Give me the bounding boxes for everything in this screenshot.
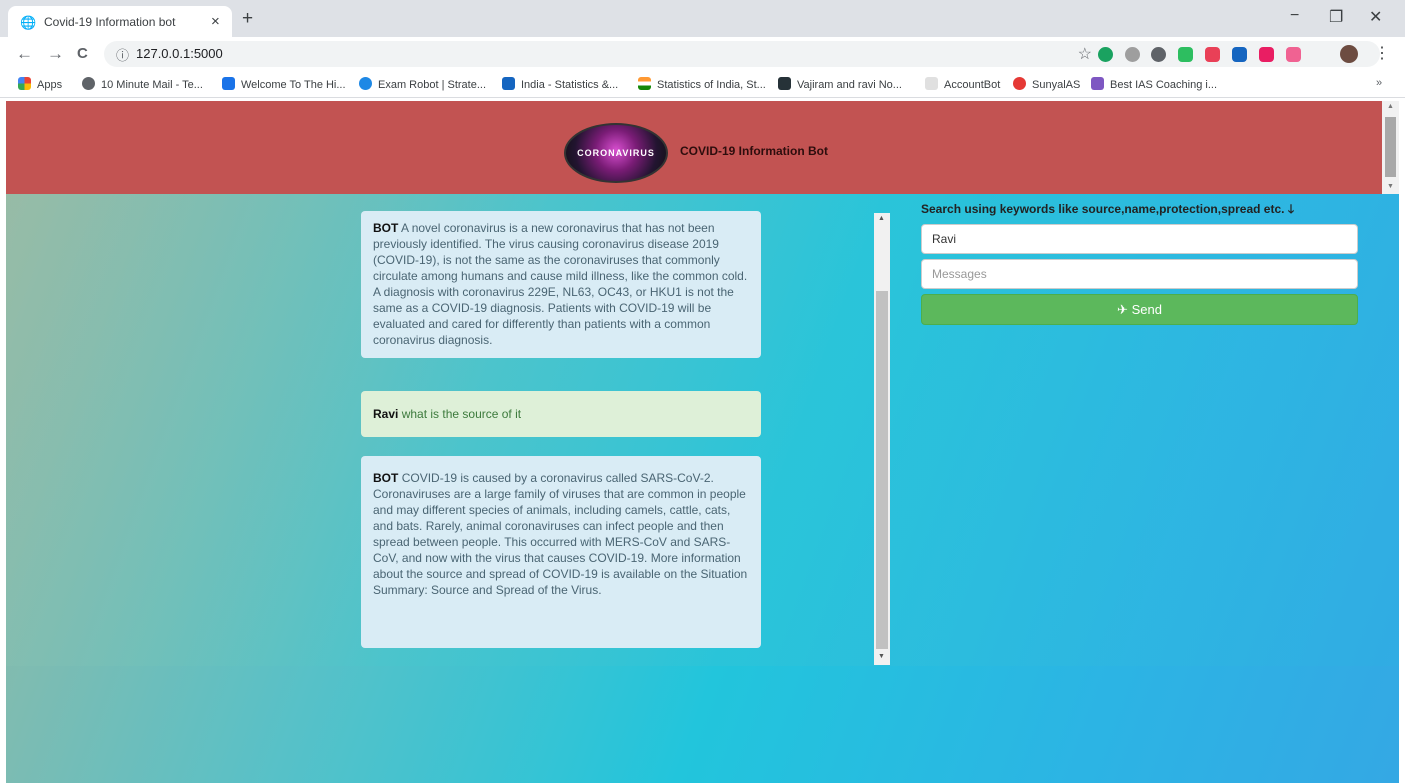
- bookmark-item[interactable]: AccountBot: [925, 77, 1000, 91]
- name-field[interactable]: Ravi: [921, 224, 1358, 254]
- bookmark-favicon-icon: [502, 77, 515, 90]
- bookmark-item[interactable]: 10 Minute Mail - Te...: [82, 77, 203, 91]
- globe-icon: 🌐: [20, 15, 37, 30]
- page-scrollbar-thumb[interactable]: [1385, 117, 1396, 177]
- bookmark-favicon-icon: [778, 77, 791, 90]
- globe-icon: [82, 77, 95, 90]
- evernote-extension-icon[interactable]: [1178, 47, 1193, 62]
- pocket-extension-icon[interactable]: [1205, 47, 1220, 62]
- grammarly-extension-icon[interactable]: [1098, 47, 1113, 62]
- bookmark-favicon-icon: [1013, 77, 1026, 90]
- tab-title: Covid-19 Information bot: [44, 15, 176, 29]
- bookmark-item[interactable]: India - Statistics &...: [502, 77, 618, 91]
- bookmark-item[interactable]: Vajiram and ravi No...: [778, 77, 902, 91]
- paper-plane-icon: ✈: [1117, 302, 1128, 317]
- bookmark-item[interactable]: SunyalAS: [1013, 77, 1080, 91]
- bookmarks-bar: Apps 10 Minute Mail - Te... Welcome To T…: [0, 70, 1405, 98]
- back-icon[interactable]: ←: [16, 44, 33, 64]
- extension-icon[interactable]: [1125, 47, 1140, 62]
- bookmark-item[interactable]: Apps: [18, 77, 62, 91]
- extension-icon[interactable]: [1151, 47, 1166, 62]
- search-hint: Search using keywords like source,name,p…: [921, 202, 1295, 216]
- coronavirus-logo: CORONAVIRUS: [564, 123, 668, 183]
- bookmark-favicon-icon: [1091, 77, 1104, 90]
- bookmark-item[interactable]: Statistics of India, St...: [638, 77, 766, 91]
- page-title: COVID-19 Information Bot: [680, 144, 829, 158]
- bookmark-favicon-icon: [222, 77, 235, 90]
- page-scrollbar[interactable]: ▲ ▼: [1382, 101, 1399, 194]
- bookmark-item[interactable]: Exam Robot | Strate...: [359, 77, 486, 91]
- page-content: CORONAVIRUS COVID-19 Information Bot ▲ ▼…: [0, 98, 1405, 783]
- avatar[interactable]: [1340, 45, 1358, 63]
- bookmark-favicon-icon: [359, 77, 372, 90]
- bookmark-favicon-icon: [925, 77, 938, 90]
- browser-tab[interactable]: 🌐 Covid-19 Information bot ×: [8, 6, 232, 37]
- reload-icon[interactable]: C: [77, 45, 88, 62]
- send-label: Send: [1131, 302, 1162, 317]
- minimize-icon[interactable]: −: [1290, 7, 1299, 25]
- bookmark-item[interactable]: Best IAS Coaching i...: [1091, 77, 1217, 91]
- tab-close-icon[interactable]: ×: [211, 13, 220, 30]
- bookmark-item[interactable]: Welcome To The Hi...: [222, 77, 346, 91]
- browser-toolbar: ← → C ⓘ 127.0.0.1:5000 ☆ ⋮: [0, 37, 1405, 70]
- message-sender: BOT: [373, 221, 399, 235]
- bookmark-star-icon[interactable]: ☆: [1078, 44, 1092, 64]
- forward-icon[interactable]: →: [47, 44, 64, 64]
- send-button[interactable]: ✈ Send: [921, 294, 1358, 325]
- bot-message: BOT COVID-19 is caused by a coronavirus …: [361, 456, 761, 648]
- app-header: CORONAVIRUS COVID-19 Information Bot: [6, 101, 1382, 194]
- arrow-down-icon: 🡓: [1287, 202, 1295, 216]
- apps-icon: [18, 77, 31, 90]
- close-window-icon[interactable]: ✕: [1369, 7, 1382, 27]
- url-text[interactable]: 127.0.0.1:5000: [136, 46, 223, 61]
- message-sender: BOT: [373, 471, 399, 485]
- message-text: A novel coronavirus is a new coronavirus…: [373, 221, 748, 347]
- menu-icon[interactable]: ⋮: [1374, 43, 1390, 63]
- bookmarks-overflow-icon[interactable]: »: [1376, 77, 1382, 89]
- info-icon[interactable]: ⓘ: [116, 45, 129, 64]
- extension-icon[interactable]: [1259, 47, 1274, 62]
- bot-message: BOT A novel coronavirus is a new coronav…: [361, 211, 761, 358]
- extension-icon[interactable]: [1232, 47, 1247, 62]
- maximize-icon[interactable]: ❐: [1329, 7, 1343, 27]
- browser-tabstrip: 🌐 Covid-19 Information bot × + − ❐ ✕: [0, 0, 1405, 37]
- message-input[interactable]: Messages: [921, 259, 1358, 289]
- user-message: Ravi what is the source of it: [361, 391, 761, 437]
- bookmark-favicon-icon: [638, 77, 651, 90]
- message-text: what is the source of it: [401, 407, 522, 421]
- chat-window: BOT A novel coronavirus is a new coronav…: [353, 211, 773, 661]
- extension-icon[interactable]: [1286, 47, 1301, 62]
- message-text: COVID-19 is caused by a coronavirus call…: [373, 471, 748, 597]
- message-sender: Ravi: [373, 407, 399, 421]
- new-tab-button[interactable]: +: [242, 8, 253, 30]
- chat-scrollbar[interactable]: ▲ ▼: [874, 213, 890, 665]
- chat-scrollbar-thumb[interactable]: [876, 291, 888, 649]
